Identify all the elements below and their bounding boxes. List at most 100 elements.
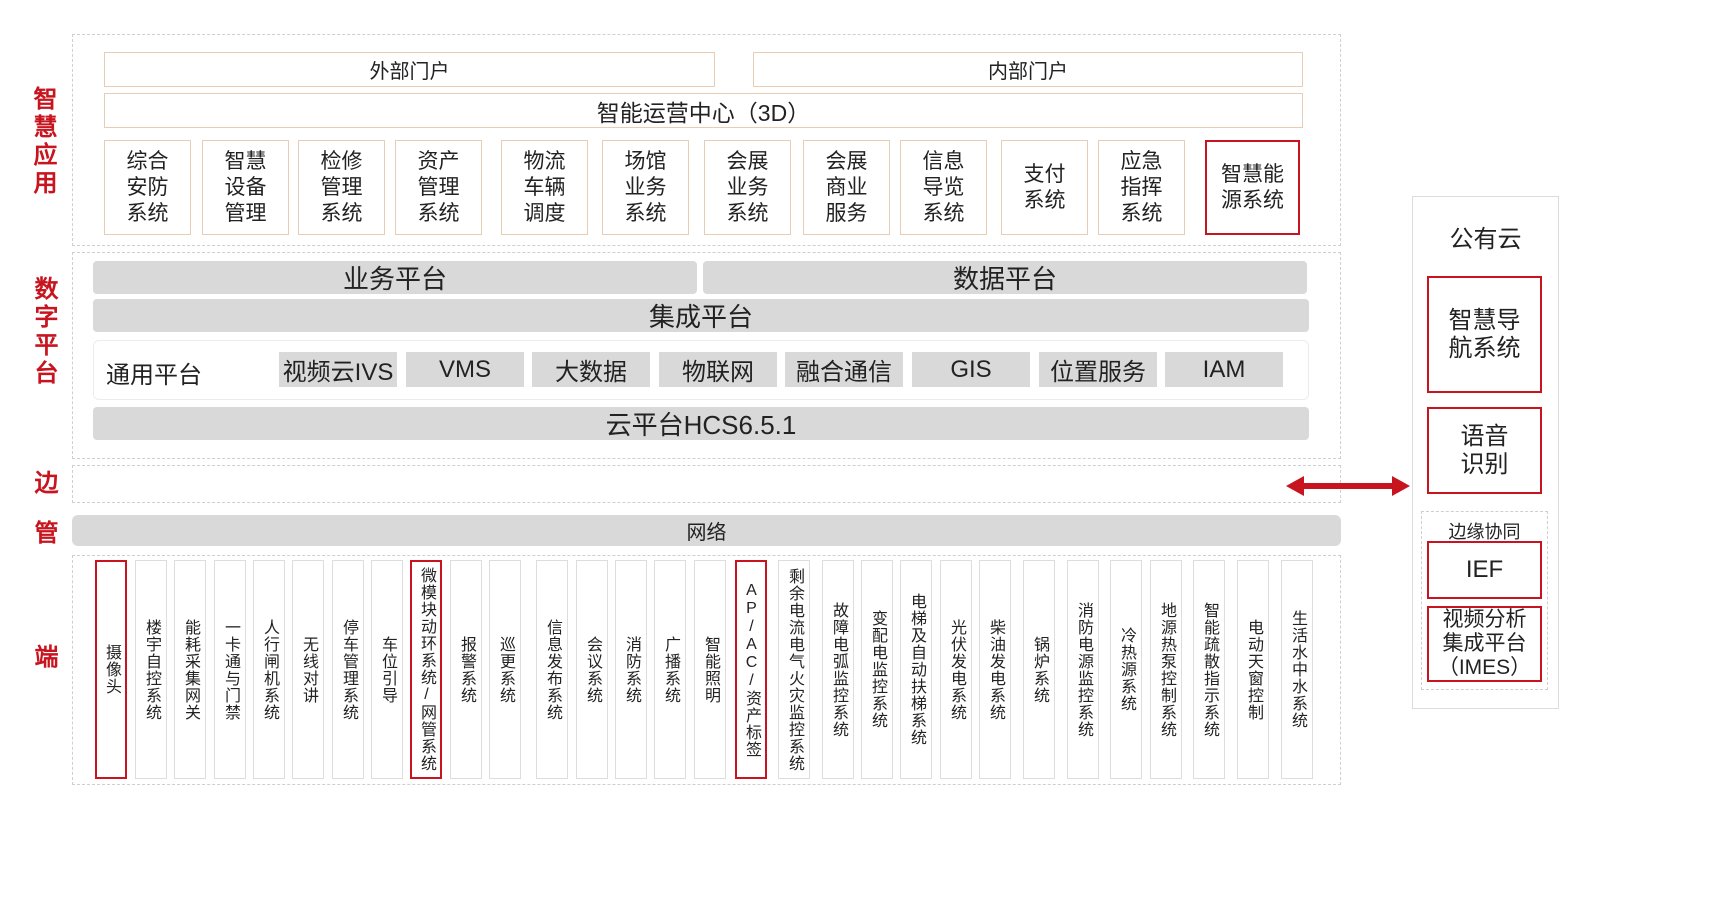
- terminal-device[interactable]: 会议系统: [576, 560, 608, 779]
- side-label-smart-apps: 智慧应用: [29, 86, 56, 198]
- terminal-device-label: 电动天窗控制: [1245, 618, 1262, 721]
- terminal-device-label: 柴油发电系统: [987, 618, 1004, 721]
- side-label-edge: 边: [30, 470, 57, 498]
- terminal-device[interactable]: 信息发布系统: [536, 560, 568, 779]
- terminal-device-label: 剩余电流电气火灾监控系统: [786, 567, 803, 772]
- terminal-device[interactable]: 地源热泵控制系统: [1150, 560, 1182, 779]
- terminal-device-label: AP/AC/资产标签: [743, 581, 760, 758]
- terminal-device[interactable]: 停车管理系统: [332, 560, 364, 779]
- terminal-device-label: 智能疏散指示系统: [1201, 601, 1218, 738]
- terminal-device-label: 地源热泵控制系统: [1158, 601, 1175, 738]
- terminal-device[interactable]: 报警系统: [450, 560, 482, 779]
- terminal-device[interactable]: 智能疏散指示系统: [1193, 560, 1225, 779]
- terminal-device[interactable]: 消防系统: [615, 560, 647, 779]
- terminal-device-label: 报警系统: [458, 635, 475, 704]
- general-platform-item[interactable]: VMS: [406, 352, 524, 387]
- app-box[interactable]: 智慧设备管理: [202, 140, 289, 235]
- terminal-device[interactable]: 冷热源系统: [1110, 560, 1142, 779]
- terminal-device-label: 会议系统: [584, 635, 601, 704]
- general-platform-item[interactable]: GIS: [912, 352, 1030, 387]
- terminal-device[interactable]: 广播系统: [654, 560, 686, 779]
- external-portal[interactable]: 外部门户: [104, 52, 715, 87]
- cloud-platform-hcs[interactable]: 云平台HCS6.5.1: [93, 407, 1309, 440]
- app-box[interactable]: 综合安防系统: [104, 140, 191, 235]
- data-platform[interactable]: 数据平台: [703, 261, 1307, 294]
- terminal-device-label: 消防电源监控系统: [1075, 601, 1092, 738]
- general-platform-item[interactable]: IAM: [1165, 352, 1283, 387]
- terminal-device-label: 人行闸机系统: [261, 618, 278, 721]
- imes-box[interactable]: 视频分析 集成平台 （IMES）: [1427, 606, 1542, 682]
- terminal-device[interactable]: 故障电弧监控系统: [822, 560, 854, 779]
- ief-box[interactable]: IEF: [1427, 541, 1542, 599]
- network-bar[interactable]: 网络: [72, 515, 1341, 546]
- internal-portal[interactable]: 内部门户: [753, 52, 1303, 87]
- app-box[interactable]: 资产管理系统: [395, 140, 482, 235]
- terminal-device-label: 锅炉系统: [1031, 635, 1048, 704]
- terminal-device[interactable]: 摄像头: [95, 560, 127, 779]
- app-box[interactable]: 信息导览系统: [900, 140, 987, 235]
- terminal-device[interactable]: 微模块动环系统/网管系统: [410, 560, 442, 779]
- app-box[interactable]: 场馆业务系统: [602, 140, 689, 235]
- terminal-device[interactable]: 变配电监控系统: [861, 560, 893, 779]
- terminal-device[interactable]: 电动天窗控制: [1237, 560, 1269, 779]
- terminal-device-label: 一卡通与门禁: [222, 618, 239, 721]
- app-box[interactable]: 会展商业服务: [803, 140, 890, 235]
- business-platform[interactable]: 业务平台: [93, 261, 697, 294]
- general-platform-item[interactable]: 融合通信: [785, 352, 903, 387]
- terminal-device-label: 巡更系统: [497, 635, 514, 704]
- speech-recognition-box[interactable]: 语音 识别: [1427, 407, 1542, 494]
- side-label-terminal: 端: [30, 644, 57, 672]
- side-label-digital-platform: 数字平台: [30, 276, 57, 388]
- terminal-device[interactable]: 智能照明: [694, 560, 726, 779]
- edge-zone: [72, 465, 1341, 503]
- side-label-network: 管: [30, 520, 57, 548]
- terminal-device[interactable]: 楼宇自控系统: [135, 560, 167, 779]
- terminal-device-label: 能耗采集网关: [182, 618, 199, 721]
- terminal-device[interactable]: 能耗采集网关: [174, 560, 206, 779]
- general-platform-item[interactable]: 位置服务: [1039, 352, 1157, 387]
- integration-platform[interactable]: 集成平台: [93, 299, 1309, 332]
- terminal-device[interactable]: 巡更系统: [489, 560, 521, 779]
- terminal-device-label: 生活水中水系统: [1289, 610, 1306, 729]
- terminal-device-label: 广播系统: [662, 635, 679, 704]
- terminal-device[interactable]: 消防电源监控系统: [1067, 560, 1099, 779]
- terminal-device[interactable]: 光伏发电系统: [940, 560, 972, 779]
- terminal-device-label: 冷热源系统: [1118, 627, 1135, 712]
- terminal-device[interactable]: 生活水中水系统: [1281, 560, 1313, 779]
- general-platform-label: 通用平台: [106, 362, 202, 389]
- app-box[interactable]: 支付系统: [1001, 140, 1088, 235]
- general-platform-item[interactable]: 视频云IVS: [279, 352, 397, 387]
- terminal-device-label: 微模块动环系统/网管系统: [418, 567, 435, 772]
- terminal-device-label: 楼宇自控系统: [143, 618, 160, 721]
- terminal-device-label: 停车管理系统: [340, 618, 357, 721]
- terminal-device[interactable]: AP/AC/资产标签: [735, 560, 767, 779]
- terminal-device[interactable]: 人行闸机系统: [253, 560, 285, 779]
- terminal-device-label: 变配电监控系统: [869, 610, 886, 729]
- terminal-device-label: 光伏发电系统: [948, 618, 965, 721]
- terminal-device[interactable]: 锅炉系统: [1023, 560, 1055, 779]
- app-box[interactable]: 检修管理系统: [298, 140, 385, 235]
- smart-navigation-box[interactable]: 智慧导 航系统: [1427, 276, 1542, 393]
- terminal-device[interactable]: 剩余电流电气火灾监控系统: [778, 560, 810, 779]
- terminal-device-label: 无线对讲: [300, 635, 317, 704]
- terminal-device-label: 信息发布系统: [544, 618, 561, 721]
- app-box[interactable]: 智慧能源系统: [1205, 140, 1300, 235]
- app-box[interactable]: 会展业务系统: [704, 140, 791, 235]
- terminal-device[interactable]: 柴油发电系统: [979, 560, 1011, 779]
- terminal-device-label: 摄像头: [103, 644, 120, 695]
- app-box[interactable]: 物流车辆调度: [501, 140, 588, 235]
- terminal-device[interactable]: 电梯及自动扶梯系统: [900, 560, 932, 779]
- terminal-device-label: 故障电弧监控系统: [830, 601, 847, 738]
- public-cloud-title: 公有云: [1449, 226, 1522, 253]
- terminal-device[interactable]: 无线对讲: [292, 560, 324, 779]
- bidirectional-arrow-icon: [1286, 476, 1410, 496]
- app-box[interactable]: 应急指挥系统: [1098, 140, 1185, 235]
- general-platform-item[interactable]: 大数据: [532, 352, 650, 387]
- ops-center-3d[interactable]: 智能运营中心（3D）: [104, 93, 1303, 128]
- general-platform-item[interactable]: 物联网: [659, 352, 777, 387]
- terminal-device[interactable]: 车位引导: [371, 560, 403, 779]
- terminal-device-label: 消防系统: [623, 635, 640, 704]
- terminal-device-label: 电梯及自动扶梯系统: [908, 593, 925, 746]
- terminal-device[interactable]: 一卡通与门禁: [214, 560, 246, 779]
- terminal-device-label: 智能照明: [702, 635, 719, 704]
